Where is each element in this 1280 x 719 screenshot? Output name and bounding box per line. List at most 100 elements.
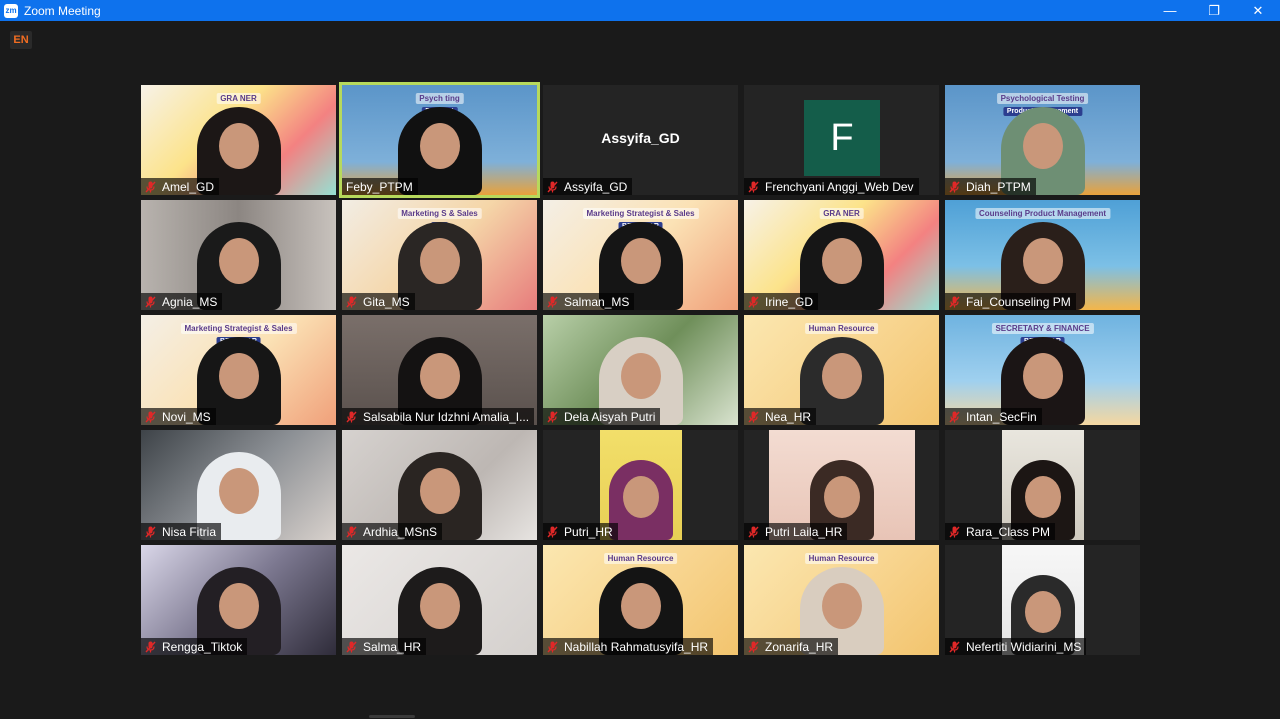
participant-name-label: Putri_HR [543,523,618,540]
participant-face [218,583,259,629]
participant-tile[interactable]: Nefertiti Widiarini_MS [945,545,1140,655]
muted-microphone-icon [346,296,357,308]
muted-microphone-icon [547,526,558,538]
participant-tile[interactable]: Psych tingProd entFeby_PTPM [339,82,540,198]
virtual-background-banner: Marketing Strategist & Sales [180,323,297,334]
participant-face [620,238,661,284]
participant-name: Nabillah Rahmatusyifa_HR [564,639,709,654]
participant-name: Irine_GD [765,294,814,309]
muted-microphone-icon [547,296,558,308]
participant-name-label: Irine_GD [744,293,819,310]
participant-tile[interactable]: Putri Laila_HR [744,430,939,540]
participant-tile[interactable]: GRA NER Amel_GD [141,85,336,195]
restore-button[interactable]: ❐ [1192,0,1236,21]
virtual-background-banner: Marketing S & Sales [397,208,482,219]
virtual-background-banner: Human Resource [804,323,879,334]
language-interpretation-badge[interactable]: EN [10,31,32,49]
participant-name: Putri Laila_HR [765,524,843,539]
participant-face [620,583,661,629]
participant-face [1024,476,1061,518]
participant-tile[interactable]: Marketing S & SalesBEGita_MS [342,200,537,310]
participant-tile[interactable]: Ardhia_MSnS [342,430,537,540]
participant-tile[interactable]: Salsabila Nur Idzhni Amalia_I... [342,315,537,425]
participant-name: Gita_MS [363,294,410,309]
virtual-background-banner: SECRETARY & FINANCE [991,323,1094,334]
muted-microphone-icon [748,526,759,538]
participant-avatar: F [804,100,880,176]
participant-name: Amel_GD [162,179,215,194]
muted-microphone-icon [547,641,558,653]
virtual-background-banner: Marketing Strategist & Sales [582,208,699,219]
muted-microphone-icon [547,411,558,423]
muted-microphone-icon [949,411,960,423]
participant-face [218,238,259,284]
participant-name-label: Amel_GD [141,178,220,195]
participant-tile[interactable]: Psychological TestingProduct ManagementD… [945,85,1140,195]
participant-display-name: Assyifa_GD [601,130,680,146]
participant-tile[interactable]: Human Resource Zonarifa_HR [744,545,939,655]
muted-microphone-icon [145,411,156,423]
muted-microphone-icon [748,641,759,653]
participant-tile[interactable]: SECRETARY & FINANCEBERBINARIntan_SecFin [945,315,1140,425]
participant-tile[interactable]: Putri_HR [543,430,738,540]
participant-face [823,476,860,518]
participant-tile[interactable]: Marketing Strategist & SalesBERBINARNovi… [141,315,336,425]
participant-name: Nea_HR [765,409,812,424]
close-button[interactable]: ✕ [1236,0,1280,21]
participant-name: Salsabila Nur Idzhni Amalia_I... [363,409,530,424]
participant-face [419,468,460,514]
participant-face [622,476,659,518]
participant-name-label: Gita_MS [342,293,415,310]
participant-tile[interactable]: Assyifa_GD Assyifa_GD [543,85,738,195]
zoom-app-icon: zm [4,3,18,18]
participant-face [218,353,259,399]
participant-name-label: Rara_Class PM [945,523,1056,540]
participant-tile[interactable]: Rara_Class PM [945,430,1140,540]
participant-face [821,353,862,399]
participant-tile[interactable]: Agnia_MS [141,200,336,310]
participant-tile[interactable]: Salma_HR [342,545,537,655]
participant-name-label: Nisa Fitria [141,523,222,540]
muted-microphone-icon [145,526,156,538]
participant-name-label: Putri Laila_HR [744,523,848,540]
muted-microphone-icon [346,411,357,423]
participant-name: Novi_MS [162,409,211,424]
participant-tile[interactable]: GRA NER Irine_GD [744,200,939,310]
participant-face [1022,123,1063,169]
participant-name-label: Rengga_Tiktok [141,638,248,655]
bottom-drag-handle[interactable] [369,715,415,718]
participant-silhouette [608,460,673,540]
participant-tile[interactable]: Human Resource Nea_HR [744,315,939,425]
participant-tile[interactable]: Dela Aisyah Putri [543,315,738,425]
participant-face [1022,238,1063,284]
muted-microphone-icon [547,181,558,193]
participant-name: Diah_PTPM [966,179,1031,194]
muted-microphone-icon [346,526,357,538]
muted-microphone-icon [145,641,156,653]
muted-microphone-icon [949,641,960,653]
participant-name-label: Intan_SecFin [945,408,1042,425]
participant-tile[interactable]: Nisa Fitria [141,430,336,540]
participant-face [218,468,259,514]
participant-name: Intan_SecFin [966,409,1037,424]
minimize-button[interactable]: — [1148,0,1192,21]
participant-face [218,123,259,169]
participant-name: Nisa Fitria [162,524,217,539]
participant-tile[interactable]: Counseling Product Management Fai_Counsel… [945,200,1140,310]
participant-name: Salman_MS [564,294,630,309]
participant-tile[interactable]: Human Resource Nabillah Rahmatusyifa_HR [543,545,738,655]
participant-face [1024,591,1061,633]
participant-tile[interactable]: F Frenchyani Anggi_Web Dev [744,85,939,195]
participant-tile[interactable]: Marketing Strategist & SalesBERBINARSalm… [543,200,738,310]
participant-name-label: Fai_Counseling PM [945,293,1076,310]
muted-microphone-icon [949,526,960,538]
participant-name: Assyifa_GD [564,179,628,194]
participant-tile[interactable]: Rengga_Tiktok [141,545,336,655]
participant-face [419,353,460,399]
virtual-background-banner: Counseling Product Management [974,208,1111,219]
participant-name: Feby_PTPM [346,179,413,194]
participant-name-label: Diah_PTPM [945,178,1036,195]
participant-name-label: Salman_MS [543,293,635,310]
participant-name-label: Agnia_MS [141,293,223,310]
muted-microphone-icon [748,296,759,308]
